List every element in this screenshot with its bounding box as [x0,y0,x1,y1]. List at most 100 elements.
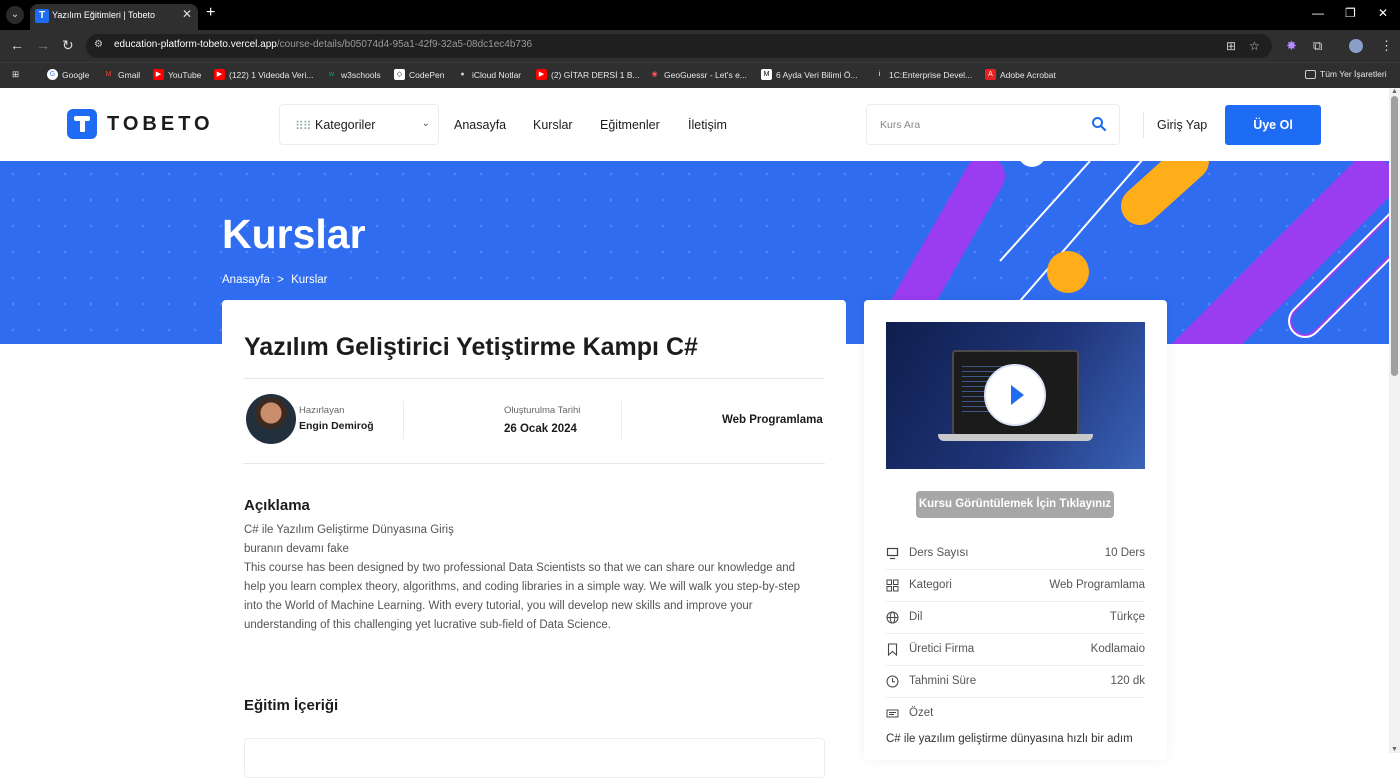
chevron-down-icon: ⌄ [421,118,430,129]
breadcrumb-home[interactable]: Anasayfa [222,274,270,286]
codepen-icon: ◇ [394,69,405,80]
info-icon: i [878,71,881,78]
url-text[interactable]: education-platform-tobeto.vercel.app/cou… [114,39,532,50]
course-sidebar-card: Kursu Görüntülemek İçin Tıklayınız Ders … [864,300,1167,760]
logo-text: TOBETO [107,112,214,135]
info-label: Dil [909,611,923,623]
bookmark-label: Gmail [118,69,141,80]
hero-title: Kurslar [222,211,366,257]
info-row-lessons: Ders Sayısı 10 Ders [886,538,1145,570]
medium-icon: M [761,69,772,80]
author-label: Hazırlayan [299,405,345,416]
scroll-thumb[interactable] [1391,96,1398,376]
bookmark-label: Adobe Acrobat [1000,69,1056,80]
close-tab-icon[interactable]: ✕ [182,7,192,21]
restore-icon[interactable]: ❐ [1345,6,1356,20]
search-box [866,104,1120,145]
url-path: /course-details/b05074d4-95a1-42f9-32a5-… [276,39,533,50]
browser-tab[interactable]: T Yazılım Eğitimleri | Tobeto ✕ [30,4,198,30]
login-link[interactable]: Giriş Yap [1157,118,1207,132]
grid-icon: ⠿⠿ [295,119,312,133]
course-video-preview[interactable] [886,322,1145,469]
header-divider [1143,112,1144,138]
nav-anasayfa[interactable]: Anasayfa [454,118,506,132]
new-tab-button[interactable]: + [206,4,215,22]
bookmark-gitar[interactable]: ▶ (2) GİTAR DERSİ 1 B... [536,69,640,80]
info-value: Web Programlama [1049,579,1145,591]
meta-separator [621,401,622,439]
scroll-up-icon[interactable]: ▲ [1391,88,1398,95]
summary-text: C# ile yazılım geliştirme dünyasına hızl… [886,733,1133,745]
menu-icon[interactable]: ⋮ [1380,38,1393,54]
gmail-icon: M [105,71,112,78]
signup-button[interactable]: Üye Ol [1225,105,1321,145]
tab-search-button[interactable]: ⌄ [6,6,24,24]
minimize-icon[interactable]: — [1312,6,1324,20]
content-title: Eğitim İçeriği [244,697,339,714]
bookmark-label: YouTube [168,69,202,80]
info-value: 10 Ders [1104,547,1145,559]
bookmark-youtube[interactable]: ▶ YouTube [153,69,201,80]
forward-icon[interactable]: → [36,37,50,53]
bookmark-geoguessr[interactable]: ◉ GeoGuessr - Let's e... [649,69,746,80]
info-label: Ders Sayısı [909,547,969,559]
nav-kurslar[interactable]: Kurslar [533,118,573,132]
breadcrumb: Anasayfa > Kurslar [222,274,328,286]
bookmark-icloud[interactable]: ● iCloud Notlar [457,69,521,80]
course-title: Yazılım Geliştirici Yetiştirme Kampı C# [244,333,698,361]
url-host: education-platform-tobeto.vercel.app [114,39,277,50]
info-label: Tahmini Süre [909,675,977,687]
bookmark-1c[interactable]: i 1C:Enterprise Devel... [874,69,972,80]
breadcrumb-current[interactable]: Kurslar [291,274,327,286]
bookmark-gmail[interactable]: M Gmail [103,69,141,80]
bookmark-codepen[interactable]: ◇ CodePen [394,69,444,80]
back-icon[interactable]: ← [10,37,24,53]
info-row-language: Dil Türkçe [886,602,1145,634]
nav-egitmenler[interactable]: Eğitmenler [600,118,660,132]
play-icon[interactable] [984,364,1046,426]
bookmark-label: Google [62,69,90,80]
date-value: 26 Ocak 2024 [504,423,577,435]
close-window-icon[interactable]: ✕ [1378,6,1388,20]
profile-avatar[interactable] [1349,39,1363,53]
tobeto-logo[interactable]: TOBETO [67,109,214,139]
divider [243,378,825,379]
breadcrumb-separator: > [277,274,284,286]
reload-icon[interactable]: ↻ [62,37,74,54]
info-row-summary: Özet [886,698,1145,730]
translate-icon[interactable]: ⊞ [1226,39,1236,53]
site-info-icon[interactable]: ⚙ [94,39,103,50]
bookmark-video[interactable]: ▶ (122) 1 Videoda Veri... [214,69,313,80]
content-accordion[interactable] [244,738,825,778]
bookmark-label: (122) 1 Videoda Veri... [229,69,314,80]
meta-separator [403,401,404,439]
description-line: C# ile Yazılım Geliştirme Dünyasına Giri… [244,524,454,536]
lesson-icon [886,547,899,560]
page-scrollbar[interactable]: ▲ ▼ [1389,88,1400,753]
nav-iletisim[interactable]: İletişim [688,118,727,132]
all-bookmarks-label: Tüm Yer İşaretleri [1320,69,1387,79]
description-line: into the World of Machine Learning. With… [244,600,753,612]
description-line: help you learn complex theory, algorithm… [244,581,801,593]
bookmark-star-icon[interactable]: ☆ [1249,39,1260,53]
bookmark-w3schools[interactable]: w w3schools [326,69,381,80]
divider [243,463,825,464]
bookmark-medium[interactable]: M 6 Ayda Veri Bilimi Ö... [761,69,858,80]
clock-icon [886,675,899,688]
search-icon[interactable] [1091,116,1107,132]
scroll-down-icon[interactable]: ▼ [1391,746,1398,753]
view-course-button[interactable]: Kursu Görüntülemek İçin Tıklayınız [916,491,1114,518]
categories-dropdown[interactable]: ⠿⠿ Kategoriler ⌄ [279,104,439,145]
extensions-puzzle-icon[interactable]: ⧉ [1313,38,1322,54]
extension-icon[interactable]: ✸ [1286,38,1297,54]
apps-grid-icon[interactable]: ⊞ [12,69,19,80]
description-line: This course has been designed by two pro… [244,562,796,574]
search-input[interactable] [867,105,1087,144]
site-header: TOBETO ⠿⠿ Kategoriler ⌄ Anasayfa Kurslar… [0,88,1389,161]
address-bar[interactable]: ⚙ education-platform-tobeto.vercel.app/c… [86,34,1272,58]
all-bookmarks[interactable]: Tüm Yer İşaretleri [1305,69,1387,79]
bookmark-label: CodePen [409,69,445,80]
date-label: Oluşturulma Tarihi [504,405,581,416]
bookmark-acrobat[interactable]: A Adobe Acrobat [985,69,1056,80]
bookmark-google[interactable]: G Google [47,69,89,80]
